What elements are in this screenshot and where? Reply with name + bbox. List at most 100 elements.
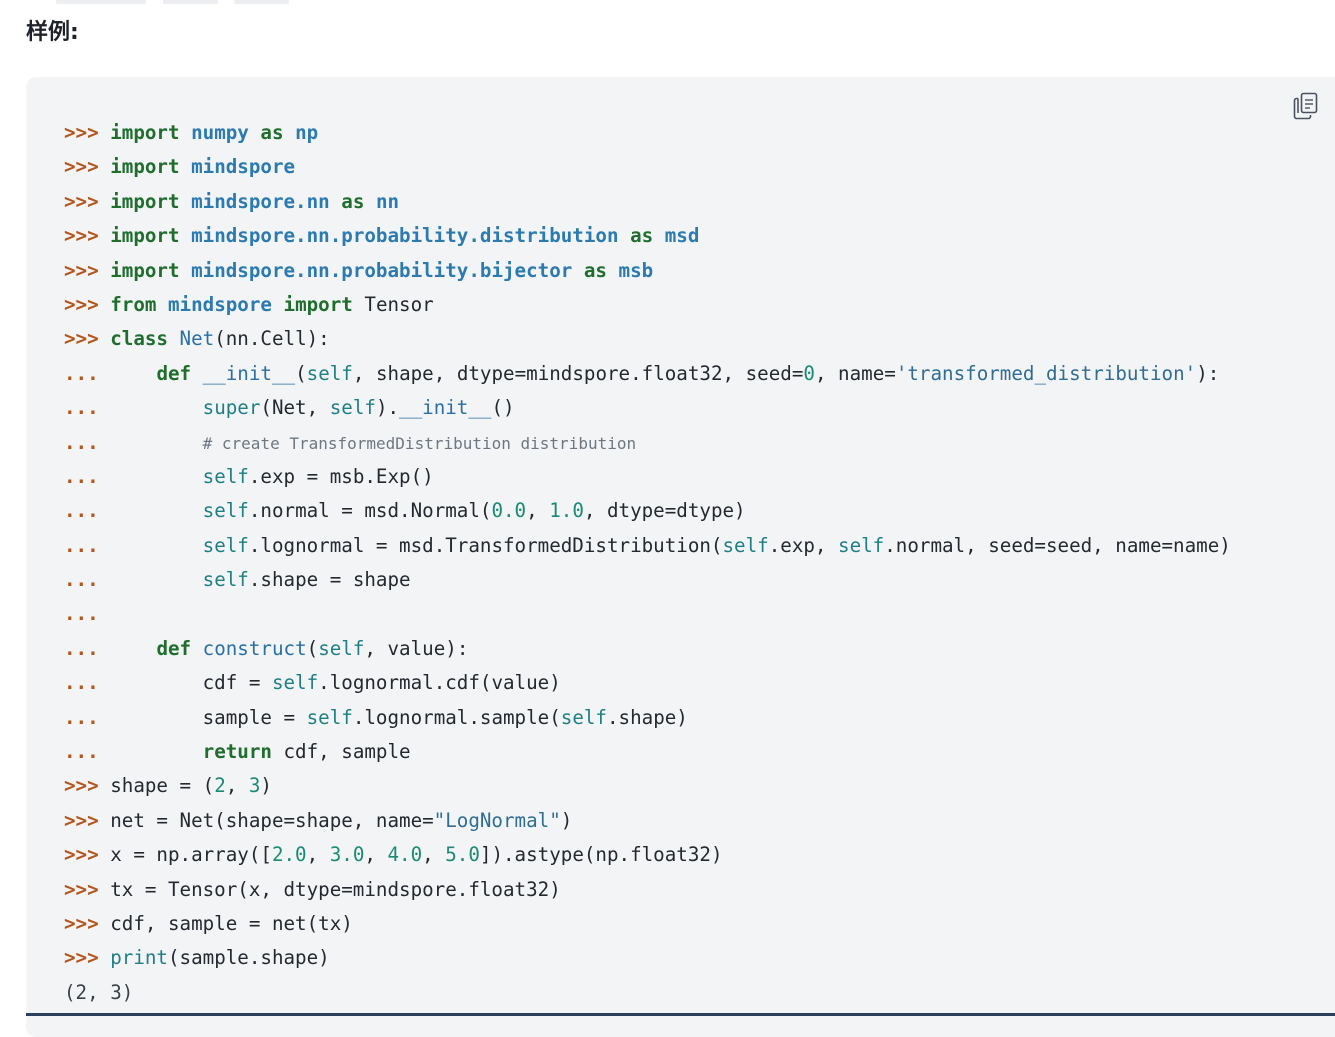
code-line: >>> import mindspore (64, 150, 1231, 184)
code-text: .lognormal.cdf(value) (318, 671, 561, 695)
prompt-marker: >>> (64, 155, 111, 179)
code-line: ... cdf = self.lognormal.cdf(value) (64, 666, 1231, 700)
prompt-marker: ... (64, 430, 111, 454)
builtin-name: self (560, 705, 607, 729)
copy-button[interactable] (1292, 92, 1320, 120)
number-literal: 1.0 (549, 499, 584, 523)
module-name: mindspore.nn.probability.distribution (191, 224, 619, 248)
number-literal: 2.0 (271, 843, 307, 867)
module-name: mindspore.nn.probability.bijector (191, 258, 573, 282)
code-text: x = np.array([ (110, 843, 272, 867)
keyword: as (341, 189, 365, 213)
copy-icon (1293, 92, 1318, 120)
prompt-marker: >>> (64, 946, 111, 970)
code-text: .normal = msd.Normal( (248, 499, 492, 523)
module-name: np (295, 121, 319, 144)
code-line: >>> import mindspore.nn.probability.dist… (64, 219, 1231, 253)
module-name: numpy (191, 121, 249, 144)
prompt-marker: >>> (64, 843, 111, 867)
prompt-marker: ... (64, 671, 111, 695)
builtin-name: self (318, 636, 365, 660)
code-text: , (306, 843, 330, 867)
prompt-marker: >>> (64, 911, 111, 935)
code-line: >>> import numpy as np (64, 116, 1231, 150)
prompt-marker: ... (64, 602, 111, 626)
keyword: import (110, 258, 180, 282)
function-name: __init__ (202, 361, 296, 385)
code-line: >>> class Net(nn.Cell): (64, 322, 1231, 356)
prompt-marker: >>> (64, 224, 111, 248)
code-text: .exp = msb.Exp() (248, 464, 434, 488)
code-block: >>> import numpy as np >>> import mindspo… (64, 116, 1231, 1010)
tab-indicator[interactable] (56, 0, 146, 4)
keyword: class (110, 327, 168, 351)
code-line: ... self.normal = msd.Normal(0.0, 1.0, d… (64, 494, 1231, 528)
code-line: ... return cdf, sample (64, 735, 1231, 769)
tab-indicator[interactable] (163, 0, 218, 4)
number-literal: 4.0 (387, 843, 423, 867)
module-name: msb (618, 258, 654, 282)
keyword: import (110, 155, 180, 179)
prompt-marker: ... (64, 636, 111, 660)
number-literal: 3.0 (329, 843, 365, 867)
code-text: (nn.Cell): (214, 327, 330, 351)
code-line: >>> shape = (2, 3) (64, 769, 1231, 803)
builtin-name: self (271, 671, 319, 695)
code-text: .shape) (606, 705, 688, 729)
code-line: >>> print(sample.shape) (64, 941, 1231, 975)
code-line: ... def construct(self, value): (64, 632, 1231, 666)
code-text: sample = (110, 705, 307, 729)
prompt-marker: ... (64, 396, 111, 420)
code-line: >>> from mindspore import Tensor (64, 288, 1231, 322)
builtin-name: self (722, 533, 769, 557)
code-text: shape = ( (110, 774, 215, 798)
code-text: .shape = shape (248, 568, 411, 592)
builtin-name: self (306, 705, 353, 729)
keyword: import (110, 121, 180, 144)
code-text: Tensor (352, 292, 434, 316)
builtin-name: self (838, 533, 885, 557)
keyword: import (110, 189, 180, 213)
code-line: >>> import mindspore.nn.probability.bije… (64, 254, 1231, 288)
code-line: ... self.shape = shape (64, 563, 1231, 597)
number-literal: 0 (803, 361, 815, 385)
code-text: , shape, dtype=mindspore.float32, seed= (352, 361, 804, 385)
tab-indicator[interactable] (234, 0, 289, 4)
top-tab-strip (0, 0, 1335, 6)
module-name: mindspore.nn (191, 189, 330, 213)
code-text: ( (295, 361, 307, 385)
code-line: ... def __init__(self, shape, dtype=mind… (64, 357, 1231, 391)
builtin-name: self (329, 396, 376, 420)
code-line: >>> cdf, sample = net(tx) (64, 907, 1231, 941)
code-text: .normal, seed=seed, name=name) (884, 533, 1231, 557)
number-literal: 0.0 (491, 499, 527, 523)
prompt-marker: ... (64, 361, 111, 385)
code-text: , (526, 499, 550, 523)
builtin-name: print (110, 946, 168, 970)
builtin-name: self (306, 361, 353, 385)
prompt-marker: >>> (64, 258, 111, 282)
keyword: as (260, 121, 284, 144)
keyword: import (283, 292, 353, 316)
string-literal: "LogNormal" (433, 808, 561, 832)
keyword: as (583, 258, 607, 282)
code-text: ) (260, 774, 272, 798)
code-text: ]).astype(np.float32) (479, 843, 723, 867)
